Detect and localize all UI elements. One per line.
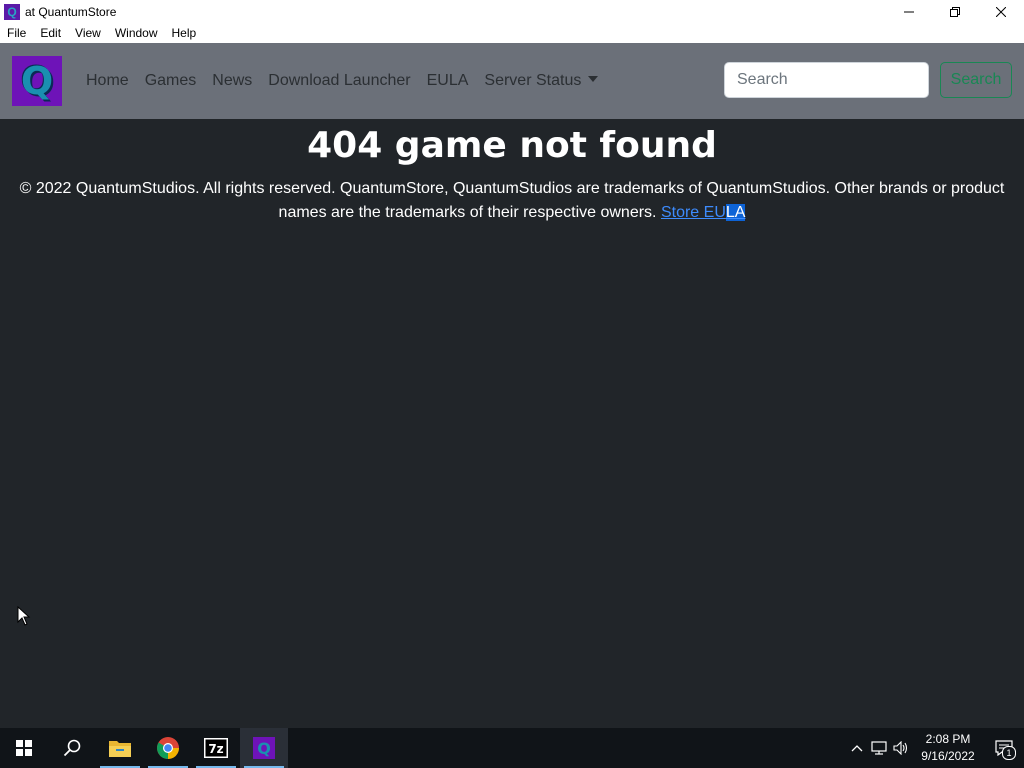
main-content: 404 game not found © 2022 QuantumStudios… [0,119,1024,225]
start-button[interactable] [0,728,48,768]
nav-games[interactable]: Games [137,72,205,90]
taskbar-file-explorer[interactable] [96,728,144,768]
speaker-icon [893,741,908,755]
taskbar-search-button[interactable] [48,728,96,768]
notification-count-badge: 1 [1002,746,1016,760]
system-tray: 2:08 PM 9/16/2022 1 [846,728,1024,768]
brand-letter: Q [20,59,54,103]
eula-link-text: Store EU [660,204,726,221]
network-button[interactable] [868,741,890,755]
menu-view[interactable]: View [68,26,108,40]
folder-icon [109,741,131,757]
nav-links: Home Games News Download Launcher EULA S… [78,72,606,90]
chevron-up-icon [851,745,863,752]
search-input[interactable] [724,62,929,98]
nav-home[interactable]: Home [78,72,137,90]
quantumstore-icon-letter: Q [257,739,271,758]
taskbar-7zip[interactable]: 7z [192,728,240,768]
menu-window[interactable]: Window [108,26,165,40]
chrome-icon [157,737,179,759]
nav-download-launcher[interactable]: Download Launcher [260,72,418,90]
volume-button[interactable] [890,741,912,755]
store-eula-link[interactable]: Store EULA [661,204,746,221]
restore-button[interactable] [932,0,978,23]
nav-news[interactable]: News [204,72,260,90]
nav-eula[interactable]: EULA [419,72,477,90]
menu-file[interactable]: File [0,26,33,40]
window-controls [886,0,1024,23]
clock-time: 2:08 PM [925,732,971,746]
close-icon [996,6,1006,17]
taskbar-chrome[interactable] [144,728,192,768]
copyright-text: © 2022 QuantumStudios. All rights reserv… [19,180,1005,221]
show-hidden-icons-button[interactable] [846,744,868,752]
mouse-cursor-icon [17,606,31,626]
taskbar-clock[interactable]: 2:08 PM 9/16/2022 [912,731,984,765]
menu-help[interactable]: Help [165,26,204,40]
window-title: at QuantumStore [25,4,117,19]
menu-bar: File Edit View Window Help [0,23,1024,43]
close-button[interactable] [978,0,1024,23]
minimize-icon [904,11,914,12]
copyright-notice: © 2022 QuantumStudios. All rights reserv… [17,177,1007,225]
site-navbar: Q Home Games News Download Launcher EULA… [0,43,1024,119]
taskbar: 7z Q 2:08 PM 9/16/2022 1 [0,728,1024,768]
search-button[interactable]: Search [940,62,1012,98]
quantumstore-app-icon: Q [4,3,20,20]
nav-server-status-dropdown[interactable]: Server Status [476,72,606,90]
window-titlebar: Q at QuantumStore [0,0,1024,23]
7zip-icon-label: 7z [208,742,223,756]
clock-date: 9/16/2022 [921,749,975,763]
network-icon [871,741,887,755]
7zip-icon: 7z [204,738,228,758]
menu-edit[interactable]: Edit [33,26,68,40]
search-icon [63,739,81,757]
minimize-button[interactable] [886,0,932,23]
action-center-button[interactable]: 1 [984,728,1024,768]
eula-link-selected-text: LA [725,204,746,221]
brand-logo[interactable]: Q [12,56,62,106]
restore-icon [950,6,960,17]
taskbar-quantumstore[interactable]: Q [240,728,288,768]
page-title: 404 game not found [307,125,717,166]
quantumstore-icon: Q [253,737,275,759]
windows-start-icon [16,740,32,756]
